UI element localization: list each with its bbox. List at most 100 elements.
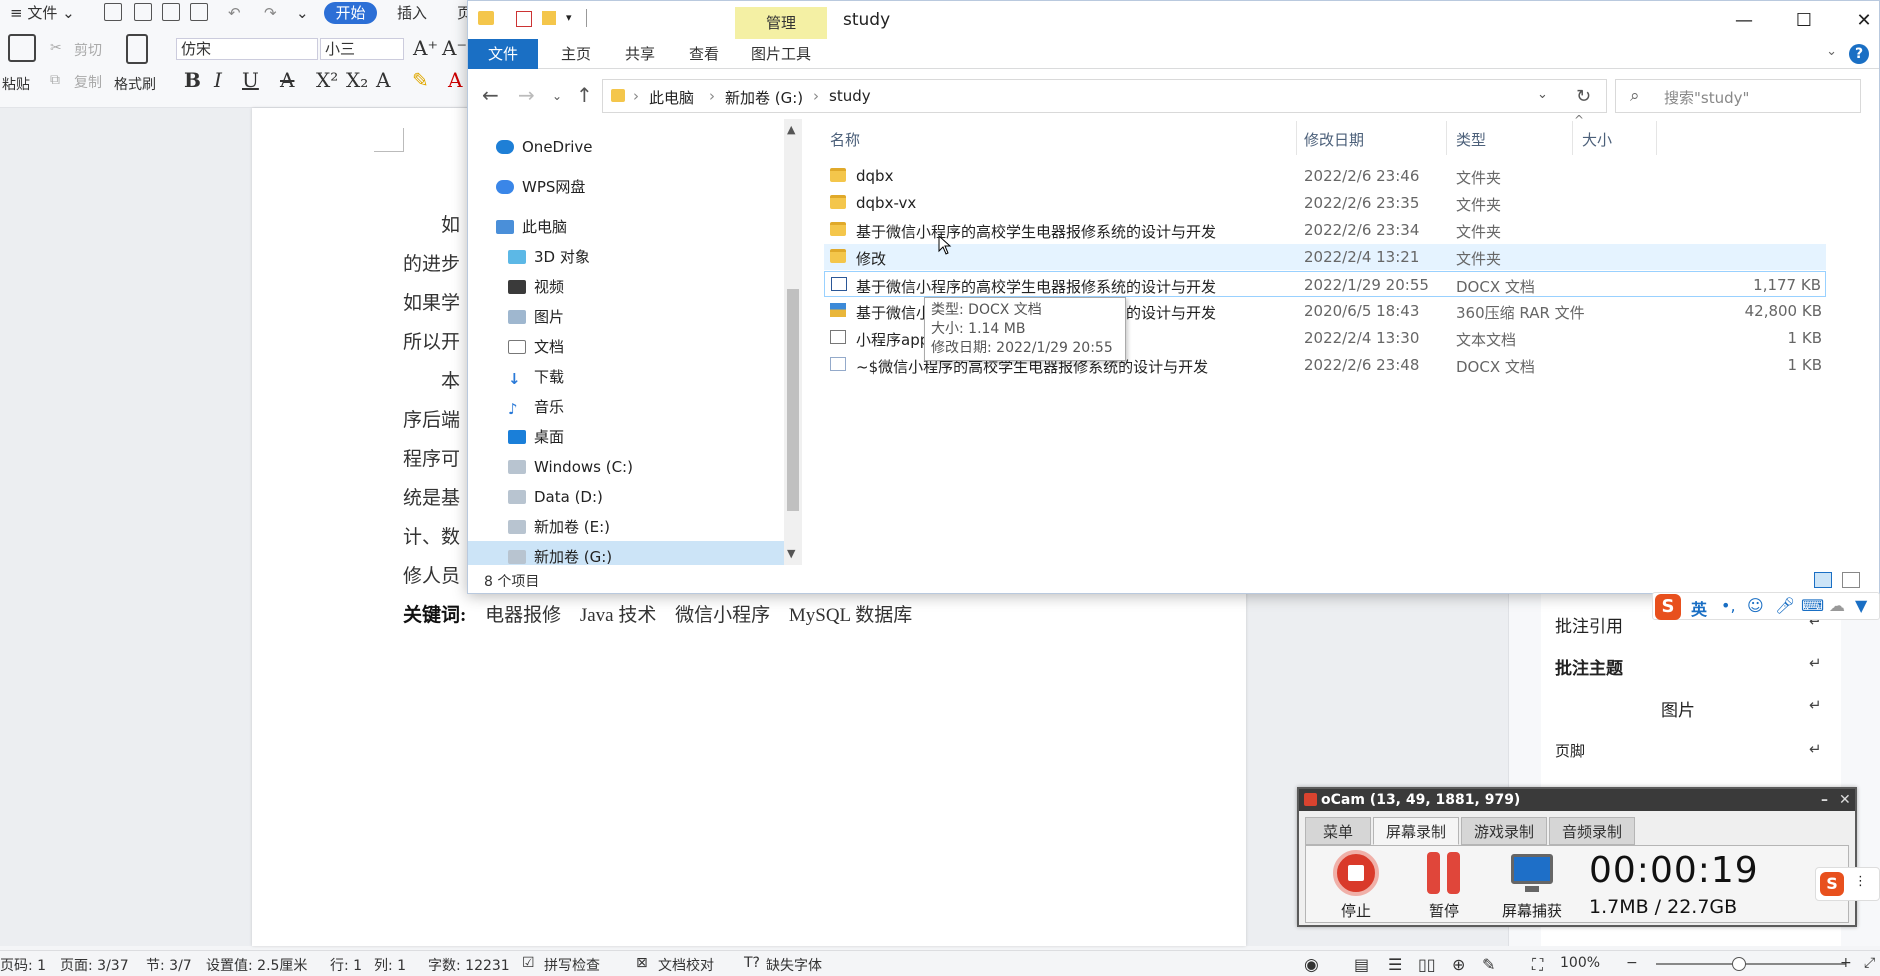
zoom-in-icon[interactable]: + (1840, 955, 1852, 971)
ocam-tab-menu[interactable]: 菜单 (1305, 817, 1371, 845)
format-painter-icon[interactable] (126, 34, 148, 64)
refresh-icon[interactable]: ↻ (1561, 79, 1607, 113)
skin-icon[interactable]: ▼ (1855, 596, 1867, 615)
search-input[interactable]: 搜索"study" (1664, 87, 1749, 108)
pause-button[interactable]: 暂停 (1404, 848, 1484, 921)
nav-scrollbar-thumb[interactable] (787, 289, 799, 511)
up-icon[interactable]: ↑ (576, 83, 593, 107)
save-icon[interactable] (104, 3, 122, 21)
spellcheck-button[interactable]: 拼写检查 (544, 955, 600, 975)
breadcrumb-this-pc[interactable]: 此电脑 (649, 87, 694, 108)
column-type[interactable]: 类型 (1456, 129, 1486, 150)
scroll-down-icon[interactable]: ▼ (787, 547, 795, 560)
nav-item-3d-objects[interactable]: 3D 对象 (508, 243, 590, 271)
breadcrumb-study[interactable]: study (829, 87, 871, 105)
wps-tab-insert[interactable]: 插入 (387, 2, 437, 24)
italic-icon[interactable]: I (214, 68, 222, 92)
details-view-icon[interactable] (1814, 572, 1832, 588)
nav-item-this-pc[interactable]: 此电脑 (496, 213, 567, 241)
font-size-select[interactable]: 小三 (320, 38, 404, 60)
ime-floating-button[interactable]: S ⋮ (1815, 867, 1880, 901)
recent-locations-icon[interactable]: ⌄ (552, 89, 562, 103)
file-row[interactable]: 基于微信小程序的高校学生电器报修系统的设计与开发 2022/2/6 23:34 … (824, 217, 1826, 243)
paste-button[interactable]: 粘贴 (2, 74, 30, 94)
chevron-right-icon[interactable]: › (813, 87, 819, 105)
missing-font-icon[interactable]: T? (744, 955, 760, 971)
emoji-icon[interactable]: ☺ (1747, 596, 1764, 615)
export-icon[interactable] (134, 3, 152, 21)
nav-item-pictures[interactable]: 图片 (508, 303, 564, 331)
new-folder-icon[interactable] (542, 11, 556, 25)
file-row[interactable]: dqbx 2022/2/6 23:46 文件夹 (824, 163, 1826, 189)
copy-button[interactable]: 复制 (74, 72, 102, 92)
quick-access-dropdown-icon[interactable]: ▾ (566, 11, 572, 24)
column-separator[interactable] (1296, 121, 1297, 155)
large-icons-view-icon[interactable] (1842, 572, 1860, 588)
outline-view-icon[interactable]: ☰ (1388, 955, 1402, 974)
doc-check-button[interactable]: 文档校对 (658, 955, 714, 975)
fit-page-icon[interactable]: ⛶ (1532, 955, 1543, 975)
minimize-icon[interactable]: — (1722, 7, 1766, 35)
style-item[interactable]: 页脚 (1555, 740, 1585, 761)
tab-view[interactable]: 查看 (674, 39, 734, 69)
status-page[interactable]: 页面: 3/37 (60, 955, 129, 975)
file-row[interactable]: 基于微信小程序的高校学生电器报修系统的设计与开发 2022/1/29 20:55… (824, 271, 1826, 297)
eye-protection-icon[interactable]: ◉ (1304, 955, 1319, 975)
forward-icon[interactable]: → (518, 83, 535, 107)
web-view-icon[interactable]: ⊕ (1452, 955, 1465, 974)
stop-button[interactable]: 停止 (1316, 848, 1396, 921)
nav-item-wps-cloud[interactable]: WPS网盘 (496, 173, 585, 201)
tab-picture-tools[interactable]: 图片工具 (735, 39, 827, 69)
close-icon[interactable]: ✕ (1839, 789, 1851, 811)
shrink-font-icon[interactable]: A⁻ (442, 36, 467, 60)
help-icon[interactable]: ? (1849, 44, 1869, 64)
close-icon[interactable]: ✕ (1842, 7, 1880, 35)
tab-share[interactable]: 共享 (610, 39, 670, 69)
ocam-tab-audio-record[interactable]: 音频录制 (1549, 817, 1635, 845)
chevron-right-icon[interactable]: › (709, 87, 715, 105)
missing-font-button[interactable]: 缺失字体 (766, 955, 822, 975)
paste-icon[interactable] (8, 34, 36, 62)
sogou-logo-icon[interactable]: S (1655, 594, 1681, 620)
subscript-icon[interactable]: X₂ (346, 68, 368, 92)
properties-icon[interactable] (516, 11, 532, 27)
nav-item-videos[interactable]: 视频 (508, 273, 564, 301)
column-name[interactable]: 名称 (830, 129, 860, 150)
nav-item-drive-e[interactable]: 新加卷 (E:) (508, 513, 610, 541)
superscript-icon[interactable]: X² (316, 68, 338, 92)
screen-capture-button[interactable]: 屏幕捕获 (1492, 848, 1572, 921)
zoom-level[interactable]: 100% (1560, 955, 1600, 971)
underline-icon[interactable]: U (242, 68, 259, 92)
nav-item-documents[interactable]: 文档 (508, 333, 564, 361)
punctuation-icon[interactable]: •, (1721, 596, 1736, 615)
nav-item-drive-c[interactable]: Windows (C:) (508, 453, 633, 481)
doc-check-icon[interactable]: ⊠ (636, 955, 648, 971)
nav-item-downloads[interactable]: ↓ 下载 (508, 363, 564, 391)
page-view-icon[interactable]: ▤ (1354, 955, 1369, 974)
nav-item-drive-d[interactable]: Data (D:) (508, 483, 603, 511)
ime-mode-toggle[interactable]: 英 (1691, 596, 1707, 620)
breadcrumb-drive-g[interactable]: 新加卷 (G:) (725, 87, 803, 108)
zoom-out-icon[interactable]: − (1626, 955, 1638, 971)
highlight-icon[interactable]: ✎ (412, 68, 429, 92)
user-icon[interactable]: ☁ (1829, 596, 1845, 615)
column-separator[interactable] (1572, 121, 1573, 155)
ocam-tab-game-record[interactable]: 游戏录制 (1461, 817, 1547, 845)
address-history-icon[interactable]: ⌄ (1537, 87, 1548, 102)
back-icon[interactable]: ← (482, 83, 499, 107)
reading-view-icon[interactable]: ▯▯ (1418, 955, 1436, 974)
zoom-slider[interactable] (1656, 963, 1846, 965)
copy-icon[interactable]: ⧉ (50, 72, 60, 88)
column-separator[interactable] (1656, 121, 1657, 155)
scissors-icon[interactable]: ✂ (50, 40, 62, 56)
minimize-icon[interactable]: – (1821, 789, 1828, 811)
scroll-up-icon[interactable]: ▲ (787, 123, 795, 136)
nav-item-desktop[interactable]: 桌面 (508, 423, 564, 451)
address-bar[interactable]: › 此电脑 › 新加卷 (G:) › study ⌄ (602, 79, 1607, 113)
ocam-tab-screen-record[interactable]: 屏幕录制 (1373, 817, 1459, 845)
wps-menu-file[interactable]: ≡ 文件 ⌄ (0, 2, 85, 24)
file-row[interactable]: dqbx-vx 2022/2/6 23:35 文件夹 (824, 190, 1826, 216)
spellcheck-icon[interactable]: ☑ (522, 955, 535, 971)
nav-scrollbar[interactable]: ▲ ▼ (784, 119, 802, 565)
column-date[interactable]: 修改日期 (1304, 129, 1364, 150)
